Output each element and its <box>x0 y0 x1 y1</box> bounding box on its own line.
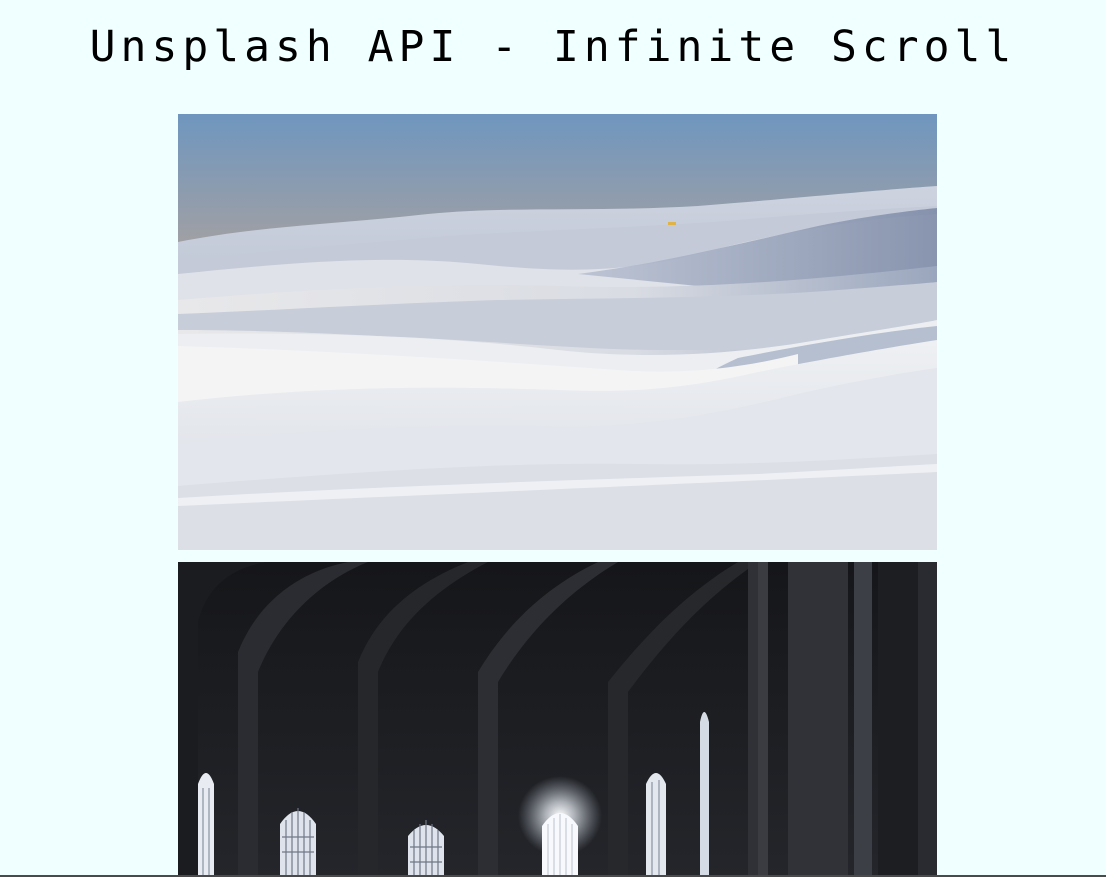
image-card-church-interior[interactable] <box>178 562 937 877</box>
image-feed <box>178 114 937 877</box>
page-title: Unsplash API - Infinite Scroll <box>89 22 1017 72</box>
church-interior-image <box>178 562 937 877</box>
image-card-sand-dunes[interactable] <box>178 114 937 550</box>
sand-dunes-image <box>178 114 937 550</box>
